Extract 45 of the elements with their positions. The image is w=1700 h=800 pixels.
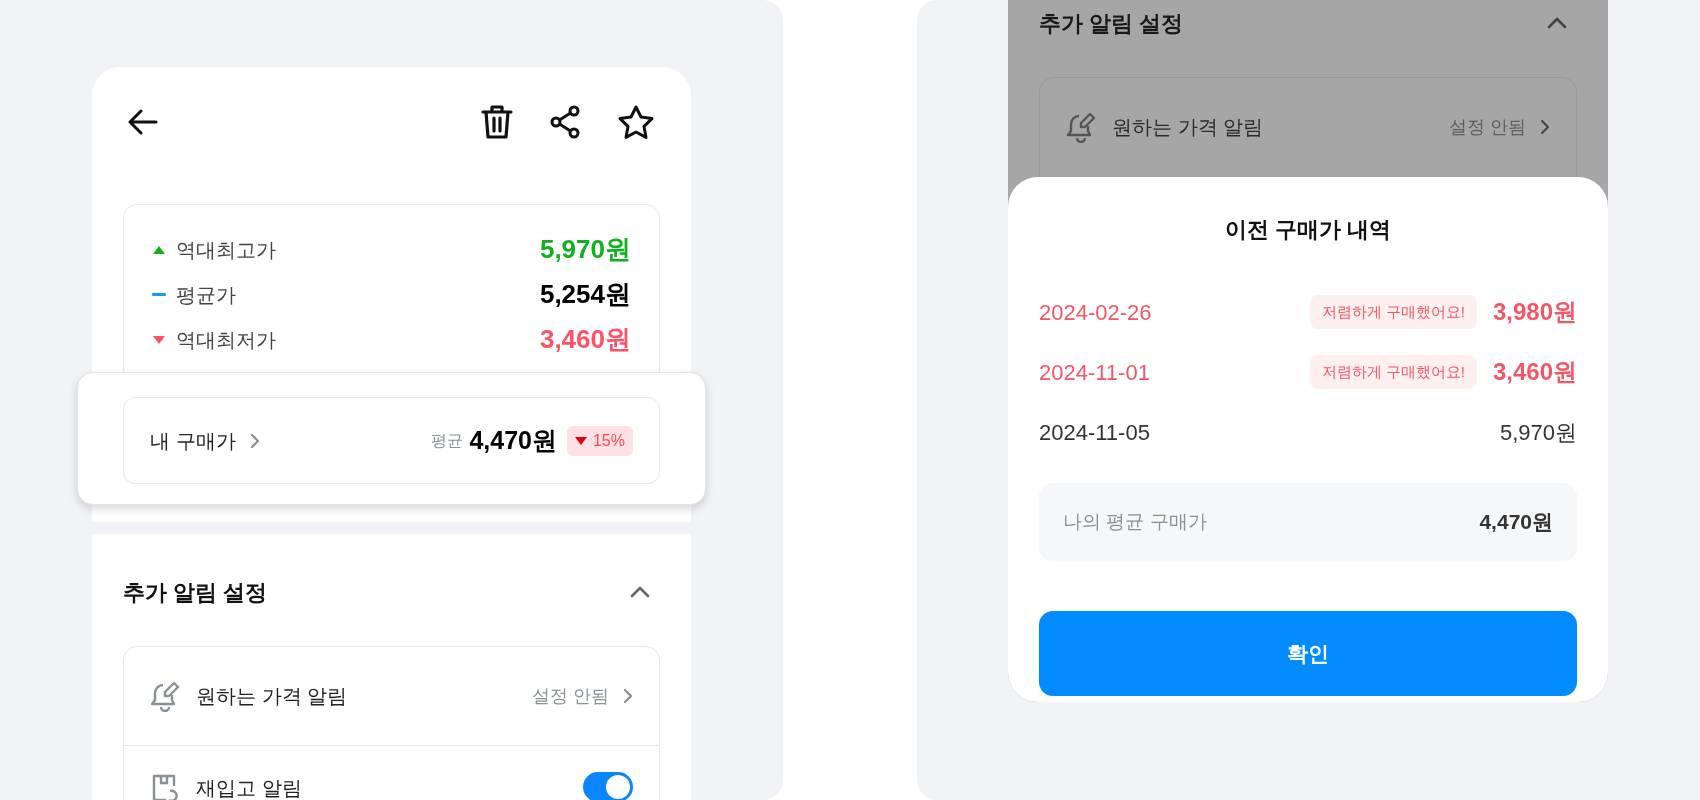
- my-price-value: 4,470원: [469, 424, 557, 456]
- average-value: 4,470원: [1479, 509, 1553, 536]
- alert-label: 원하는 가격 알림: [1112, 115, 1264, 140]
- chevron-right-icon: [249, 432, 260, 449]
- alert-label: 재입고 알림: [196, 776, 302, 800]
- cheap-badge: 저렴하게 구매했어요!: [1309, 355, 1477, 389]
- my-price-card[interactable]: 내 구매가 평균 4,470원 15%: [123, 397, 660, 484]
- purchase-date: 2024-11-05: [1039, 418, 1150, 447]
- price-label: 역대최저가: [176, 327, 276, 353]
- price-label: 평균가: [176, 282, 236, 308]
- purchase-price: 3,460원: [1492, 357, 1577, 387]
- average-label: 나의 평균 구매가: [1063, 509, 1207, 534]
- chevron-up-icon[interactable]: [1546, 15, 1568, 31]
- down-triangle-icon: [153, 335, 165, 344]
- chevron-up-icon[interactable]: [629, 584, 651, 600]
- purchase-price: 5,970원: [1499, 418, 1577, 447]
- chevron-right-icon: [623, 688, 633, 704]
- trash-icon[interactable]: [481, 104, 513, 140]
- alert-status: 설정 안됨: [532, 684, 609, 708]
- purchase-price: 3,980원: [1492, 297, 1577, 327]
- chevron-right-icon: [1540, 119, 1550, 135]
- my-price-label: 내 구매가: [150, 428, 236, 454]
- box-refresh-icon: [150, 772, 180, 800]
- cheap-badge: 저렴하게 구매했어요!: [1309, 295, 1477, 329]
- price-label: 역대최고가: [176, 237, 276, 263]
- price-value: 3,460원: [539, 323, 631, 356]
- purchase-date: 2024-02-26: [1039, 298, 1152, 327]
- bell-pen-icon: [1066, 111, 1096, 143]
- bell-pen-icon: [150, 680, 180, 712]
- section-title: 추가 알림 설정: [123, 578, 268, 607]
- dash-icon: [152, 293, 166, 296]
- toggle-switch[interactable]: [583, 772, 633, 800]
- star-icon[interactable]: [617, 104, 655, 140]
- up-triangle-icon: [153, 245, 165, 254]
- sheet-title: 이전 구매가 내역: [1224, 216, 1392, 241]
- alert-status: 설정 안됨: [1449, 115, 1526, 139]
- price-value: 5,970원: [539, 233, 631, 266]
- change-badge: 15%: [566, 425, 633, 456]
- purchase-date: 2024-11-01: [1039, 358, 1150, 387]
- share-icon[interactable]: [549, 105, 581, 139]
- alert-label[interactable]: 원하는 가격 알림: [196, 681, 348, 711]
- section-title: 추가 알림 설정: [1039, 9, 1184, 38]
- price-value: 5,254원: [539, 278, 631, 311]
- back-arrow-icon[interactable]: [128, 109, 158, 135]
- average-prefix: 평균: [431, 430, 464, 451]
